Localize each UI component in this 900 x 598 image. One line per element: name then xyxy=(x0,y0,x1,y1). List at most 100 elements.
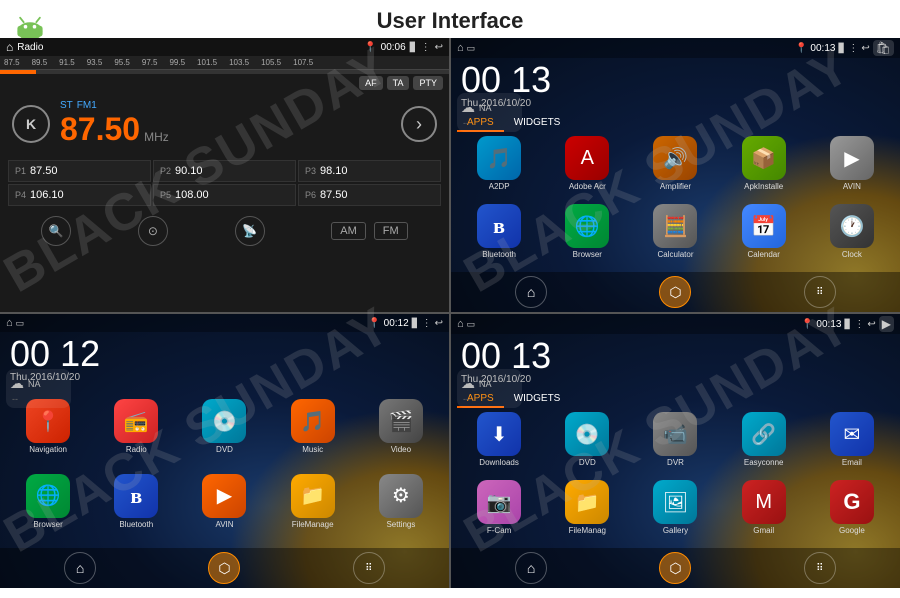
tr-menu[interactable]: ⋮ xyxy=(848,43,858,54)
app-navigation[interactable]: 📍 Navigation xyxy=(6,399,90,470)
browser-bl-label: Browser xyxy=(33,520,62,529)
bl-screen-icon: ▭ xyxy=(16,318,25,329)
dvr-label: DVR xyxy=(667,458,684,467)
preset-3[interactable]: P3 98.10 xyxy=(298,160,441,182)
tr-store-icon[interactable]: 🛍 xyxy=(873,40,894,56)
next-station-button[interactable]: › xyxy=(401,106,437,142)
bl-signal: ▊ xyxy=(412,318,419,329)
tr-signal: ▊ xyxy=(838,43,845,54)
bl-apps-grid: 📍 Navigation 📻 Radio 💿 DVD 🎵 Music 🎬 Vid… xyxy=(0,395,449,548)
radio-info-panel: ST FM1 87.50 MHz xyxy=(60,100,169,148)
tr-apps-dock-btn[interactable]: ⠿ xyxy=(804,276,836,308)
br-home-dock-btn[interactable]: ⌂ xyxy=(515,552,547,584)
app-gmail[interactable]: M Gmail xyxy=(722,480,806,544)
br-back[interactable]: ↩ xyxy=(867,319,875,330)
app-a2dp[interactable]: 🎵 A2DP xyxy=(457,136,541,200)
br-menu[interactable]: ⋮ xyxy=(854,319,864,330)
app-calculator-tr[interactable]: 🧮 Calculator xyxy=(633,204,717,268)
app-apkinstaller[interactable]: 📦 ApkInstalle xyxy=(722,136,806,200)
app-video[interactable]: 🎬 Video xyxy=(359,399,443,470)
fcam-icon: 📷 xyxy=(477,480,521,524)
br-bottom-dock: ⌂ ⬡ ⠿ xyxy=(451,548,900,588)
app-settings[interactable]: ⚙ Settings xyxy=(359,474,443,545)
app-avin-bl[interactable]: ▶ AVIN xyxy=(182,474,266,545)
app-filemanager-br[interactable]: 📁 FileManag xyxy=(545,480,629,544)
fcam-label: F-Cam xyxy=(487,526,511,535)
signal-icon: ▊ xyxy=(410,42,417,53)
preset-5[interactable]: P5 108.00 xyxy=(153,184,296,206)
app-bluetooth-tr[interactable]: ʙ Bluetooth xyxy=(457,204,541,268)
br-orange-dock-btn[interactable]: ⬡ xyxy=(659,552,691,584)
tr-back[interactable]: ↩ xyxy=(861,43,869,54)
app-bluetooth-bl[interactable]: ʙ Bluetooth xyxy=(94,474,178,545)
home-icon[interactable]: ⌂ xyxy=(6,40,13,54)
bl-status-bar: ⌂ ▭ 📍 00:12 ▊ ⋮ ↩ xyxy=(0,314,449,332)
fm-button[interactable]: FM xyxy=(374,222,408,240)
page-header: User Interface xyxy=(0,0,900,38)
downloads-label: Downloads xyxy=(479,458,519,467)
avin-icon: ▶ xyxy=(830,136,874,180)
tr-orange-dock-btn[interactable]: ⬡ xyxy=(659,276,691,308)
app-clock-tr[interactable]: 🕐 Clock xyxy=(810,204,894,268)
dvd-br-icon: 💿 xyxy=(565,412,609,456)
pty-button[interactable]: PTY xyxy=(413,76,443,90)
bl-back[interactable]: ↩ xyxy=(435,318,443,329)
app-avin[interactable]: ▶ AVIN xyxy=(810,136,894,200)
location-icon: 📍 xyxy=(364,42,376,53)
tr-clock-date: Thu,2016/10/20 xyxy=(461,98,890,109)
app-dvd-br[interactable]: 💿 DVD xyxy=(545,412,629,476)
preset-6[interactable]: P6 87.50 xyxy=(298,184,441,206)
amplifier-label: Amplifier xyxy=(660,182,691,191)
ta-button[interactable]: TA xyxy=(387,76,410,90)
filemanag-br-icon: 📁 xyxy=(565,480,609,524)
app-amplifier[interactable]: 🔊 Amplifier xyxy=(633,136,717,200)
bl-apps-dock-btn[interactable]: ⠿ xyxy=(353,552,385,584)
app-email[interactable]: ✉ Email xyxy=(810,412,894,476)
antenna-button[interactable]: 📡 xyxy=(235,216,265,246)
br-apps-dock-btn[interactable]: ⠿ xyxy=(804,552,836,584)
app-dvd-bl[interactable]: 💿 DVD xyxy=(182,399,266,470)
back-icon[interactable]: ↩ xyxy=(435,42,443,53)
app-downloads[interactable]: ⬇ Downloads xyxy=(457,412,541,476)
avin-bl-icon: ▶ xyxy=(202,474,246,518)
app-music[interactable]: 🎵 Music xyxy=(271,399,355,470)
bl-menu[interactable]: ⋮ xyxy=(422,318,432,329)
tr-home-dock-btn[interactable]: ⌂ xyxy=(515,276,547,308)
scan-button[interactable]: ⊙ xyxy=(138,216,168,246)
preset-4[interactable]: P4 106.10 xyxy=(8,184,151,206)
bluetooth-tr-label: Bluetooth xyxy=(482,250,516,259)
music-label: Music xyxy=(302,445,323,454)
app-browser-bl[interactable]: 🌐 Browser xyxy=(6,474,90,545)
preset-2[interactable]: P2 90.10 xyxy=(153,160,296,182)
dvd-br-label: DVD xyxy=(579,458,596,467)
br-home-icon[interactable]: ⌂ xyxy=(457,318,464,330)
search-button[interactable]: 🔍 xyxy=(41,216,71,246)
app-gallery[interactable]: 🖼 Gallery xyxy=(633,480,717,544)
app-adobe[interactable]: A Adobe Acr xyxy=(545,136,629,200)
bl-home-icon[interactable]: ⌂ xyxy=(6,317,13,329)
bl-home-dock-btn[interactable]: ⌂ xyxy=(64,552,96,584)
google-label: Google xyxy=(839,526,865,535)
browser-bl-icon: 🌐 xyxy=(26,474,70,518)
app-filemanager[interactable]: 📁 FileManage xyxy=(271,474,355,545)
preset-1[interactable]: P1 87.50 xyxy=(8,160,151,182)
tr-home-icon[interactable]: ⌂ xyxy=(457,42,464,54)
tr-bottom-dock: ⌂ ⬡ ⠿ xyxy=(451,272,900,312)
app-calendar-tr[interactable]: 📅 Calendar xyxy=(722,204,806,268)
bl-orange-dock-btn[interactable]: ⬡ xyxy=(208,552,240,584)
gallery-icon: 🖼 xyxy=(653,480,697,524)
am-button[interactable]: AM xyxy=(331,222,366,240)
app-browser-tr[interactable]: 🌐 Browser xyxy=(545,204,629,268)
app-radio-bl[interactable]: 📻 Radio xyxy=(94,399,178,470)
video-icon: 🎬 xyxy=(379,399,423,443)
app-fcam[interactable]: 📷 F-Cam xyxy=(457,480,541,544)
br-store-icon[interactable]: ▶ xyxy=(879,316,894,332)
app-google[interactable]: G Google xyxy=(810,480,894,544)
app-dvr[interactable]: 📹 DVR xyxy=(633,412,717,476)
radio-bl-label: Radio xyxy=(126,445,147,454)
af-button[interactable]: AF xyxy=(359,76,383,90)
avin-bl-label: AVIN xyxy=(215,520,233,529)
menu-icon[interactable]: ⋮ xyxy=(421,42,431,53)
app-easyconnect[interactable]: 🔗 Easyconne xyxy=(722,412,806,476)
tr-weather-widget: ☁ NA xyxy=(461,97,518,118)
